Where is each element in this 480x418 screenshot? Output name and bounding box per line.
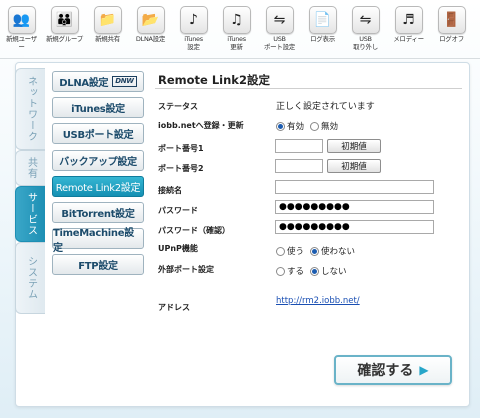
itunes-icon: ♪: [179, 6, 208, 34]
upnp-use-radio[interactable]: [276, 246, 285, 256]
menu-backup-settings[interactable]: バックアップ設定: [52, 150, 144, 171]
menu-usb-port-settings[interactable]: USBポート設定: [52, 123, 144, 144]
toolbar-button-user[interactable]: 👥 新規ユーザー: [3, 6, 40, 56]
toolbar-button-melody[interactable]: ♬ メロディー: [390, 6, 427, 56]
external-port-off-radio[interactable]: [310, 266, 320, 276]
status-value: 正しく設定されています: [276, 102, 375, 112]
address-label: アドレス: [158, 303, 190, 312]
log-icon: 📄: [308, 6, 337, 34]
itunes-refresh-icon: ♫: [222, 6, 251, 34]
toolbar-label: USB ポート設定: [263, 35, 295, 51]
confirm-label: 確認する: [357, 363, 414, 379]
toolbar: 👥 新規ユーザー 👪 新規グループ 📁 新規共有 📂 DLNA設定 ♪ iTunes 設定 ♫ iTu…: [0, 0, 480, 58]
port1-label: ポート番号1: [158, 144, 204, 153]
logoff-icon: 🚪: [437, 6, 466, 34]
toolbar-button-dlna[interactable]: 📂 DLNA設定: [132, 6, 169, 56]
group-icon: 👪: [50, 6, 79, 34]
dnw-logo: DNW: [112, 76, 137, 87]
folder-icon: 📁: [93, 6, 122, 34]
port2-input[interactable]: [275, 159, 323, 173]
toolbar-label: DLNA設定: [135, 35, 166, 43]
page-title: Remote Link2設定: [158, 73, 270, 87]
usb-remove-icon: ⇋: [351, 6, 380, 34]
menu-ftp-settings[interactable]: FTP設定: [52, 254, 144, 275]
menu-remote-link2-settings[interactable]: Remote Link2設定: [52, 176, 144, 197]
port1-default-button[interactable]: 初期値: [327, 139, 381, 153]
toolbar-button-folder[interactable]: 📁 新規共有: [89, 6, 126, 56]
toolbar-button-usb-remove[interactable]: ⇋ USB 取り外し: [347, 6, 384, 56]
password-confirm-label: パスワード（確認）: [158, 226, 230, 235]
menu-itunes-settings[interactable]: iTunes設定: [52, 97, 144, 118]
iobb-enable-radio[interactable]: [276, 121, 285, 131]
external-port-radio-group: する しない: [276, 265, 353, 277]
toolbar-divider: [0, 58, 480, 59]
iobb-disable-label: 無効: [321, 122, 339, 132]
address-link[interactable]: http://rm2.iobb.net/: [276, 296, 360, 306]
toolbar-label: 新規ユーザー: [6, 35, 37, 51]
toolbar-label: ログオフ: [439, 35, 464, 43]
toolbar-button-logoff[interactable]: 🚪 ログオフ: [433, 6, 470, 56]
tab-service[interactable]: サービス: [15, 186, 45, 242]
external-port-on-radio[interactable]: [276, 266, 285, 276]
menu-bittorrent-settings[interactable]: BitTorrent設定: [52, 202, 144, 223]
port2-label: ポート番号2: [158, 164, 204, 173]
connection-name-label: 接続名: [158, 186, 182, 195]
port1-input[interactable]: [275, 139, 323, 153]
toolbar-label: iTunes 設定: [184, 35, 203, 51]
toolbar-label: 新規グループ: [46, 35, 83, 43]
toolbar-button-usb[interactable]: ⇋ USB ポート設定: [261, 6, 298, 56]
toolbar-button-itunes-refresh[interactable]: ♫ iTunes 更新: [218, 6, 255, 56]
iobb-disable-radio[interactable]: [310, 121, 320, 131]
menu-dlna-label: DLNA設定: [59, 78, 109, 89]
iobb-enable-label: 有効: [287, 122, 305, 132]
connection-name-input[interactable]: [275, 180, 434, 194]
menu-timemachine-settings[interactable]: TimeMachine設定: [52, 228, 144, 254]
toolbar-label: USB 取り外し: [353, 35, 378, 51]
usb-icon: ⇋: [265, 6, 294, 34]
toolbar-label: メロディー: [393, 35, 424, 43]
password-input[interactable]: [275, 200, 434, 214]
toolbar-button-group[interactable]: 👪 新規グループ: [46, 6, 83, 56]
password-confirm-input[interactable]: [275, 220, 434, 234]
toolbar-label: 新規共有: [95, 35, 120, 43]
status-label: ステータス: [158, 102, 198, 111]
toolbar-button-itunes[interactable]: ♪ iTunes 設定: [175, 6, 212, 56]
upnp-radio-group: 使う 使わない: [276, 245, 361, 257]
upnp-label: UPnP機能: [158, 244, 198, 253]
dlna-icon: 📂: [136, 6, 165, 34]
iobb-radio-group: 有効 無効: [276, 120, 344, 132]
arrow-right-icon: ▶: [419, 363, 429, 377]
upnp-use-label: 使う: [287, 247, 305, 257]
iobb-label: iobb.netへ登録・更新: [158, 121, 244, 130]
password-label: パスワード: [158, 206, 198, 215]
upnp-nouse-label: 使わない: [321, 247, 356, 257]
external-port-off-label: しない: [321, 267, 347, 277]
port2-default-button[interactable]: 初期値: [327, 159, 381, 173]
tab-share[interactable]: 共有: [15, 150, 45, 186]
confirm-button[interactable]: 確認する ▶: [334, 355, 452, 385]
toolbar-label: iTunes 更新: [227, 35, 246, 51]
external-port-label: 外部ポート設定: [158, 265, 214, 274]
external-port-on-label: する: [287, 267, 305, 277]
toolbar-label: ログ表示: [310, 35, 335, 43]
menu-dlna-settings[interactable]: DLNA設定 DNW: [52, 71, 144, 92]
tab-network[interactable]: ネットワーク: [15, 68, 45, 150]
tab-system[interactable]: システム: [15, 242, 45, 314]
toolbar-button-log[interactable]: 📄 ログ表示: [304, 6, 341, 56]
melody-icon: ♬: [394, 6, 423, 34]
user-icon: 👥: [7, 6, 36, 34]
upnp-nouse-radio[interactable]: [310, 246, 320, 256]
title-divider: [155, 88, 462, 89]
